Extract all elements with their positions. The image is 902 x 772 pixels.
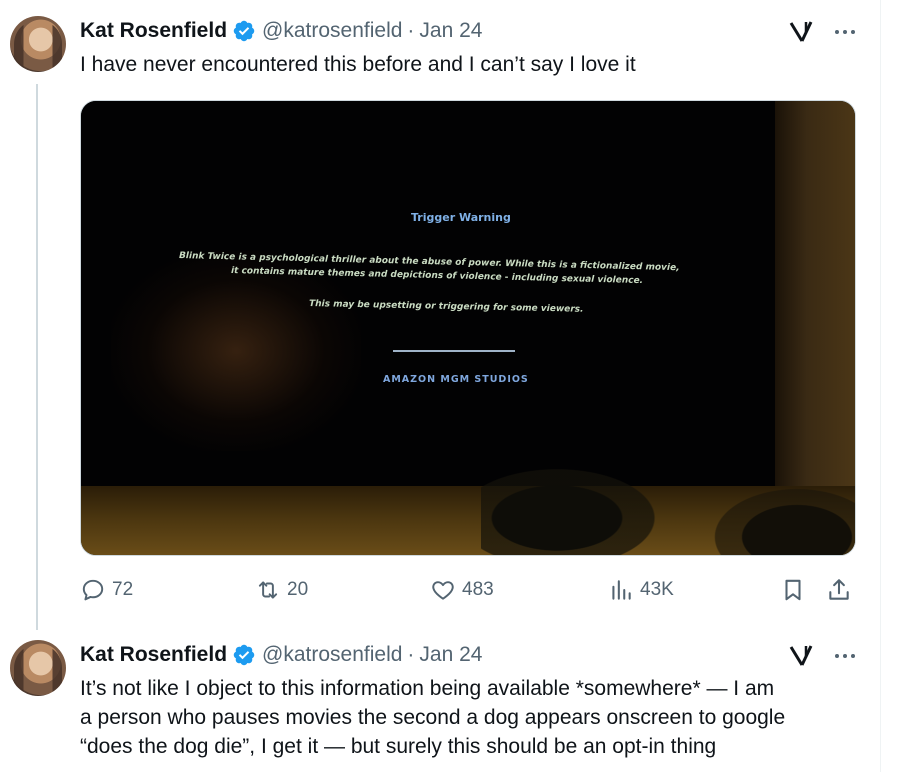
grok-icon[interactable] (788, 644, 814, 668)
verified-badge-icon (233, 20, 255, 42)
tweet-text-line: It’s not like I object to this informati… (80, 677, 775, 700)
thread-connector-line (36, 84, 38, 630)
plant-silhouette (701, 481, 855, 555)
author-name[interactable]: Kat Rosenfield (80, 643, 227, 667)
tweet-date[interactable]: Jan 24 (419, 643, 482, 667)
bookmark-button[interactable] (780, 572, 812, 608)
reply-button[interactable]: 72 (80, 572, 133, 608)
author-handle[interactable]: @katrosenfield (262, 643, 402, 667)
tweet-text-line: a person who pauses movies the second a … (80, 706, 786, 729)
heart-icon (432, 581, 454, 600)
more-icon[interactable] (832, 644, 858, 668)
separator-dot: · (407, 19, 415, 42)
bookmark-icon (785, 579, 801, 601)
plant-silhouette (481, 461, 671, 555)
author-handle[interactable]: @katrosenfield (262, 19, 402, 43)
share-button[interactable] (826, 572, 858, 608)
trigger-warning-title: Trigger Warning (411, 211, 511, 224)
tweet-image[interactable]: Trigger Warning Blink Twice is a psychol… (80, 100, 856, 556)
retweet-icon (258, 581, 278, 599)
tweet-actions: 72 20 483 43K (80, 572, 860, 608)
retweet-button[interactable]: 20 (255, 572, 308, 608)
column-border (880, 0, 881, 772)
views-count: 43K (640, 579, 674, 600)
avatar[interactable] (10, 640, 66, 696)
share-icon (829, 579, 849, 600)
author-name[interactable]: Kat Rosenfield (80, 19, 227, 43)
separator-dot: · (407, 643, 415, 666)
like-count: 483 (462, 579, 494, 600)
reply-icon (82, 579, 104, 601)
views-button[interactable]: 43K (608, 572, 674, 608)
views-icon (612, 580, 631, 600)
grok-icon[interactable] (788, 20, 814, 44)
retweet-count: 20 (287, 579, 309, 600)
more-icon[interactable] (832, 20, 858, 44)
tweet-text: It’s not like I object to this informati… (80, 674, 870, 761)
tweet-text-line: “does the dog die”, I get it — but surel… (80, 735, 717, 758)
avatar[interactable] (10, 16, 66, 72)
tweet-date[interactable]: Jan 24 (419, 19, 482, 43)
lamp-glow (111, 251, 361, 451)
tweet-text: I have never encountered this before and… (80, 53, 636, 76)
verified-badge-icon (233, 644, 255, 666)
like-button[interactable]: 483 (430, 572, 494, 608)
studio-logo-text: AMAZON MGM STUDIOS (383, 374, 529, 385)
tweet-header: Kat Rosenfield @katrosenfield · Jan 24 (80, 640, 482, 670)
tweet-header: Kat Rosenfield @katrosenfield · Jan 24 (80, 16, 482, 46)
reply-count: 72 (112, 579, 134, 600)
divider (393, 350, 515, 352)
